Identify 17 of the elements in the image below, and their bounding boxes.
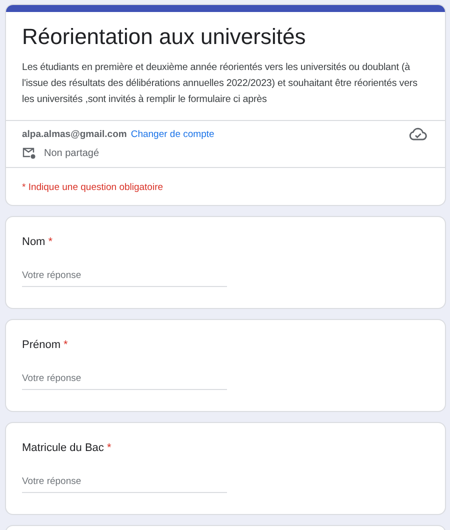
question-label: Matricule du Bac — [22, 442, 104, 454]
cloud-check-icon — [409, 127, 427, 141]
mail-icon — [22, 147, 36, 159]
answer-field[interactable]: Votre réponse — [22, 474, 227, 493]
form-description: Les étudiants en première et deuxième année réorientés vers les universités ou doublant (à l'issue des résultats des délibérations annuelles 2022/2023) et souhaitant être réorientés vers les universités ,sont invités à remplir le formulaire ci après — [22, 61, 418, 107]
answer-field[interactable]: Votre réponse — [22, 371, 227, 390]
question-label: Nom — [22, 236, 46, 248]
required-note: * Indique une question obligatoire — [22, 182, 164, 193]
sharing-status: Non partagé — [44, 148, 100, 158]
required-mark: * — [106, 442, 112, 454]
required-mark: * — [48, 236, 53, 248]
account-email: alpa.almas@gmail.com — [22, 128, 127, 140]
question-label: Prénom — [22, 339, 61, 351]
required-mark: * — [64, 339, 68, 351]
form-title: Réorientation aux universités — [22, 23, 307, 51]
answer-field[interactable]: Votre réponse — [22, 268, 227, 287]
switch-account-link[interactable]: Changer de compte — [130, 128, 214, 140]
